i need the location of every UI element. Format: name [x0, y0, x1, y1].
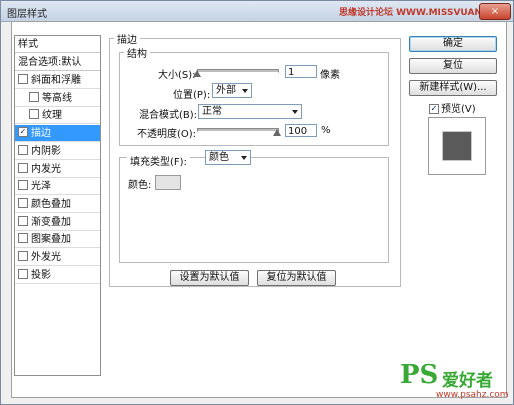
checkbox-icon[interactable]	[29, 109, 39, 120]
size-unit: 像素	[320, 70, 340, 81]
size-label: 大小(S):	[158, 70, 196, 81]
checkbox-icon[interactable]	[18, 74, 28, 84]
checkbox-icon[interactable]	[29, 91, 39, 102]
checkbox-icon[interactable]	[18, 197, 28, 208]
style-item-label: 内发光	[31, 163, 61, 175]
blend-mode-select[interactable]: 正常	[198, 104, 302, 119]
blending-options-item[interactable]: 混合选项:默认	[15, 54, 100, 71]
reset-default-button[interactable]: 复位为默认值	[257, 270, 336, 286]
styles-list: 样式 混合选项:默认 斜面和浮雕等高线纹理 ✓ 描边内阴影内发光光泽颜色叠加渐变叠加…	[14, 35, 101, 376]
stroke-title: 描边	[114, 31, 140, 46]
checkbox-icon[interactable]	[18, 162, 28, 173]
style-item[interactable]: 图案叠加	[15, 231, 100, 249]
chevron-down-icon	[292, 110, 298, 114]
checkbox-icon[interactable]	[18, 268, 28, 279]
logo-name: 爱好者	[442, 371, 493, 391]
color-swatch[interactable]	[155, 175, 181, 190]
preview-label: 预览(V)	[441, 104, 476, 115]
checkbox-icon[interactable]	[18, 233, 28, 244]
style-item-label: 外发光	[31, 252, 61, 263]
size-slider-thumb[interactable]	[193, 70, 201, 77]
blend-mode-label: 混合模式(B):	[139, 110, 198, 121]
opacity-label: 不透明度(O):	[137, 129, 197, 140]
style-item[interactable]: 内阴影	[15, 143, 100, 160]
psahz-logo: PS 爱好者 www.psahz.com	[398, 360, 512, 402]
preview-swatch	[442, 131, 472, 161]
style-item[interactable]: 外发光	[15, 249, 100, 266]
opacity-slider-thumb[interactable]	[273, 129, 281, 136]
size-input[interactable]: 1	[285, 65, 317, 78]
style-item[interactable]: 等高线	[15, 90, 100, 107]
ok-button[interactable]: 确定	[409, 36, 497, 52]
opacity-input[interactable]: 100	[285, 124, 317, 137]
style-item[interactable]: 斜面和浮雕	[15, 72, 100, 89]
style-item[interactable]: 纹理	[15, 107, 100, 125]
style-item[interactable]: 颜色叠加	[15, 196, 100, 213]
set-default-button[interactable]: 设置为默认值	[170, 270, 249, 286]
structure-title: 结构	[124, 45, 150, 60]
style-item[interactable]: 渐变叠加	[15, 214, 100, 231]
style-item[interactable]: 内发光	[15, 161, 100, 178]
fill-type-value: 颜色	[209, 152, 229, 163]
style-item[interactable]: 投影	[15, 267, 100, 284]
title-bar: 图层样式 思缘设计论坛 WWW.MISSVUAN.COM ×	[1, 1, 513, 22]
size-slider[interactable]	[197, 69, 279, 73]
styles-header[interactable]: 样式	[15, 36, 100, 53]
fill-group	[119, 157, 389, 263]
checkbox-icon[interactable]	[18, 180, 28, 191]
style-item-label: 渐变叠加	[31, 216, 71, 228]
style-item[interactable]: 光泽	[15, 178, 100, 196]
style-item-label: 投影	[31, 269, 51, 281]
check-icon[interactable]: ✓	[18, 127, 28, 138]
checkbox-icon[interactable]	[18, 215, 28, 226]
style-preview	[428, 117, 486, 175]
window-title: 图层样式	[7, 9, 47, 20]
chevron-down-icon	[241, 156, 247, 160]
logo-ps: PS	[400, 360, 439, 390]
style-item-label: 斜面和浮雕	[31, 75, 81, 86]
style-item[interactable]: ✓ 描边	[15, 125, 100, 143]
position-label: 位置(P):	[173, 90, 211, 101]
reset-button[interactable]: 复位	[409, 58, 497, 74]
fill-type-label: 填充类型(F):	[127, 153, 190, 168]
logo-url: www.psahz.com	[436, 390, 509, 400]
opacity-slider[interactable]	[197, 128, 279, 132]
checkbox-icon[interactable]	[18, 144, 28, 155]
position-value: 外部	[216, 85, 236, 96]
style-item-label: 纹理	[42, 110, 62, 122]
preview-checkbox[interactable]: ✓ 预览(V)	[429, 100, 476, 115]
position-select[interactable]: 外部	[212, 83, 252, 98]
new-style-button[interactable]: 新建样式(W)...	[409, 80, 497, 96]
blend-mode-value: 正常	[202, 106, 222, 117]
style-item-label: 图案叠加	[31, 234, 71, 246]
style-item-label: 等高线	[42, 92, 72, 104]
fill-type-select[interactable]: 颜色	[205, 150, 251, 165]
check-icon: ✓	[429, 104, 439, 114]
color-label: 颜色:	[128, 180, 152, 191]
opacity-unit: %	[321, 125, 331, 136]
style-item-label: 内阴影	[31, 145, 61, 157]
checkbox-icon[interactable]	[18, 251, 28, 261]
close-button[interactable]: ×	[479, 3, 511, 20]
style-item-label: 描边	[31, 128, 51, 140]
chevron-down-icon	[242, 89, 248, 93]
style-item-label: 光泽	[31, 181, 51, 193]
style-item-label: 颜色叠加	[31, 198, 71, 210]
